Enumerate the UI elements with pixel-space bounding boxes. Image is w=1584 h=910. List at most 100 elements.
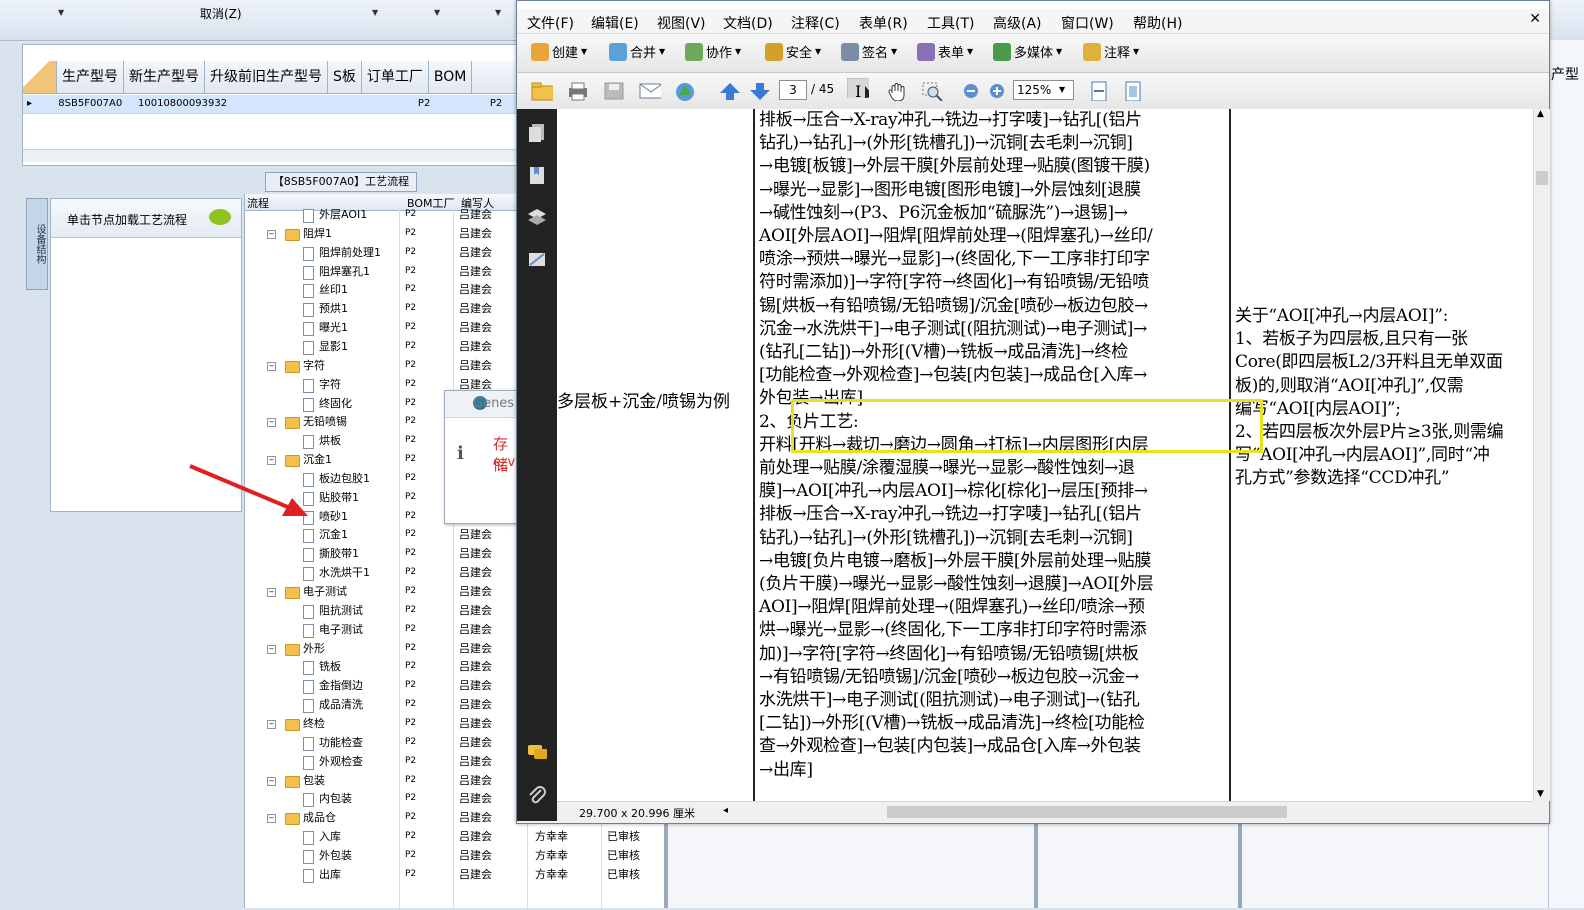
pages-icon[interactable] bbox=[527, 123, 547, 143]
marquee-zoom-icon[interactable] bbox=[921, 81, 943, 101]
menu-view[interactable]: 视图(V) bbox=[657, 13, 706, 33]
page-number-input[interactable]: 3 bbox=[779, 80, 807, 100]
document-icon bbox=[303, 548, 314, 563]
grid-cell[interactable] bbox=[235, 95, 377, 113]
tree-cell-bom: P2 bbox=[405, 567, 417, 578]
toolbar-button-5[interactable]: 表单 ▼ bbox=[917, 42, 973, 64]
grid-header-order-factory[interactable]: 订单工厂 bbox=[362, 61, 429, 93]
grid-cell[interactable]: P2 bbox=[414, 95, 486, 113]
tree-cell-writer: 吕建会 bbox=[459, 679, 492, 693]
fit-page-icon[interactable] bbox=[1123, 81, 1145, 101]
chevron-down-icon: ▼ bbox=[967, 47, 974, 56]
grid-header-s-board[interactable]: S板 bbox=[328, 61, 362, 93]
grid-corner[interactable] bbox=[23, 61, 57, 93]
grid-cell[interactable]: 8SB5F007A0 bbox=[54, 95, 134, 113]
folder-icon bbox=[285, 718, 300, 731]
collapse-toggle-icon[interactable]: − bbox=[267, 588, 276, 597]
open-folder-icon[interactable] bbox=[531, 81, 553, 101]
chevron-down-icon[interactable]: ▼ bbox=[1059, 85, 1065, 94]
genes-dialog-titlebar[interactable]: Genes bbox=[445, 391, 519, 418]
scroll-left-icon[interactable]: ◂ bbox=[723, 805, 728, 816]
table-row[interactable]: ▸ 8SB5F007A0 10010800093932 P2 P2 bbox=[23, 95, 523, 114]
chat-bubble-icon[interactable] bbox=[209, 209, 231, 225]
chevron-down-icon[interactable]: ▼ bbox=[58, 8, 64, 17]
next-page-icon[interactable] bbox=[749, 81, 771, 101]
toolbar-button-2[interactable]: 协作 ▼ bbox=[685, 42, 741, 64]
tree-node-label: 外形 bbox=[303, 641, 325, 655]
menu-edit[interactable]: 编辑(E) bbox=[591, 13, 639, 33]
web-globe-icon[interactable] bbox=[673, 81, 695, 101]
acrobat-window: 文件(F) 编辑(E) 视图(V) 文档(D) 注释(C) 表单(R) 工具(T… bbox=[516, 0, 1550, 824]
zoom-in-icon[interactable] bbox=[987, 81, 1009, 101]
toolbar-button-7[interactable]: 注释 ▼ bbox=[1083, 42, 1139, 64]
grid-cell[interactable]: 10010800093932 bbox=[134, 95, 235, 113]
chevron-down-icon[interactable]: ▼ bbox=[495, 8, 501, 17]
chevron-down-icon[interactable]: ▼ bbox=[372, 8, 378, 17]
toolbar-button-6[interactable]: 多媒体 ▼ bbox=[993, 42, 1062, 64]
attachments-icon[interactable] bbox=[527, 785, 547, 805]
collapse-toggle-icon[interactable]: − bbox=[267, 776, 276, 786]
process-text-line: →电镀[板镀]→外层干膜[外层前处理→贴膜(图镀干膜) bbox=[759, 156, 1150, 177]
side-tab-equipment[interactable]: 设备结构 bbox=[26, 198, 48, 290]
tree-cell-bom: P2 bbox=[405, 548, 417, 559]
toolbar-label: 多媒体 bbox=[1014, 46, 1054, 61]
menu-advanced[interactable]: 高级(A) bbox=[993, 13, 1042, 33]
toolbar-button-3[interactable]: 安全 ▼ bbox=[765, 42, 821, 64]
process-text-line: →曝光→显影]→图形电镀[图形电镀]→外层蚀刻[退膜 bbox=[759, 179, 1141, 200]
fit-width-icon[interactable] bbox=[1089, 81, 1111, 101]
tree-cell-writer: 吕建会 bbox=[459, 302, 492, 316]
document-view[interactable]: 多层板+沉金/喷锡为例 排板→压合→X-ray冲孔→铣边→打字唛]→钻孔[(铝片… bbox=[557, 109, 1533, 801]
bookmarks-icon[interactable] bbox=[527, 165, 547, 185]
toolbar-button-4[interactable]: 签名 ▼ bbox=[841, 42, 897, 64]
grid-header-model[interactable]: 生产型号 bbox=[57, 61, 124, 93]
tree-node[interactable]: 外包装 P2 吕建会 方幸幸 已审核 bbox=[245, 846, 667, 865]
print-icon[interactable] bbox=[567, 81, 589, 101]
collapse-toggle-icon[interactable]: − bbox=[267, 361, 276, 371]
tree-cell-writer: 吕建会 bbox=[459, 698, 492, 712]
collapse-toggle-icon[interactable]: − bbox=[267, 418, 276, 428]
document-icon bbox=[303, 849, 314, 864]
chevron-down-icon[interactable]: ▼ bbox=[434, 8, 440, 17]
scroll-up-icon[interactable]: ▲ bbox=[1537, 109, 1544, 119]
grid-header-new-model[interactable]: 新生产型号 bbox=[124, 61, 205, 93]
horizontal-scrollbar[interactable] bbox=[23, 149, 521, 162]
close-icon[interactable]: ✕ bbox=[1529, 11, 1541, 27]
tree-node-label: 阻抗测试 bbox=[319, 603, 363, 617]
tree-node[interactable]: 入库 P2 吕建会 方幸幸 已审核 bbox=[245, 827, 667, 846]
tree-node-label: 成品清洗 bbox=[319, 698, 363, 712]
collapse-toggle-icon[interactable]: − bbox=[267, 644, 276, 654]
select-text-icon[interactable]: I bbox=[847, 78, 869, 98]
signatures-icon[interactable] bbox=[527, 249, 547, 269]
previous-page-icon[interactable] bbox=[719, 81, 741, 101]
vertical-scrollbar[interactable]: ▲ ▼ bbox=[1533, 109, 1550, 801]
tree-node[interactable]: 出库 P2 吕建会 方幸幸 已审核 bbox=[245, 865, 667, 884]
grid-header-bom[interactable]: BOM bbox=[429, 61, 473, 93]
menu-window[interactable]: 窗口(W) bbox=[1061, 13, 1114, 33]
menu-comments[interactable]: 注释(C) bbox=[791, 13, 840, 33]
email-icon[interactable] bbox=[639, 81, 661, 101]
hand-tool-icon[interactable] bbox=[887, 81, 909, 101]
tree-cell-x2: 已审核 bbox=[607, 848, 640, 862]
collapse-toggle-icon[interactable]: − bbox=[267, 814, 276, 824]
scrollbar-thumb[interactable] bbox=[1536, 171, 1548, 185]
grid-cell[interactable] bbox=[377, 95, 414, 113]
acrobat-titlebar[interactable] bbox=[517, 1, 1549, 9]
menu-forms[interactable]: 表单(R) bbox=[859, 13, 908, 33]
layers-icon[interactable] bbox=[527, 207, 547, 227]
grid-header-old-model[interactable]: 升级前旧生产型号 bbox=[205, 61, 328, 93]
menu-tools[interactable]: 工具(T) bbox=[927, 13, 974, 33]
save-icon[interactable] bbox=[603, 81, 625, 101]
toolbar-button-1[interactable]: 合并 ▼ bbox=[609, 42, 665, 64]
toolbar-button-0[interactable]: 创建 ▼ bbox=[531, 42, 587, 64]
comments-icon[interactable] bbox=[527, 743, 547, 763]
menu-help[interactable]: 帮助(H) bbox=[1133, 13, 1182, 33]
collapse-toggle-icon[interactable]: − bbox=[267, 719, 276, 729]
cancel-button[interactable]: 取消(Z) bbox=[200, 5, 242, 22]
collapse-toggle-icon[interactable]: − bbox=[267, 229, 276, 239]
horizontal-scrollbar-thumb[interactable] bbox=[887, 806, 1287, 818]
menu-document[interactable]: 文档(D) bbox=[723, 13, 773, 33]
zoom-out-icon[interactable] bbox=[961, 81, 983, 101]
tree-node-label: 成品仓 bbox=[303, 811, 336, 825]
scroll-down-icon[interactable]: ▼ bbox=[1537, 789, 1544, 799]
menu-file[interactable]: 文件(F) bbox=[527, 13, 574, 33]
